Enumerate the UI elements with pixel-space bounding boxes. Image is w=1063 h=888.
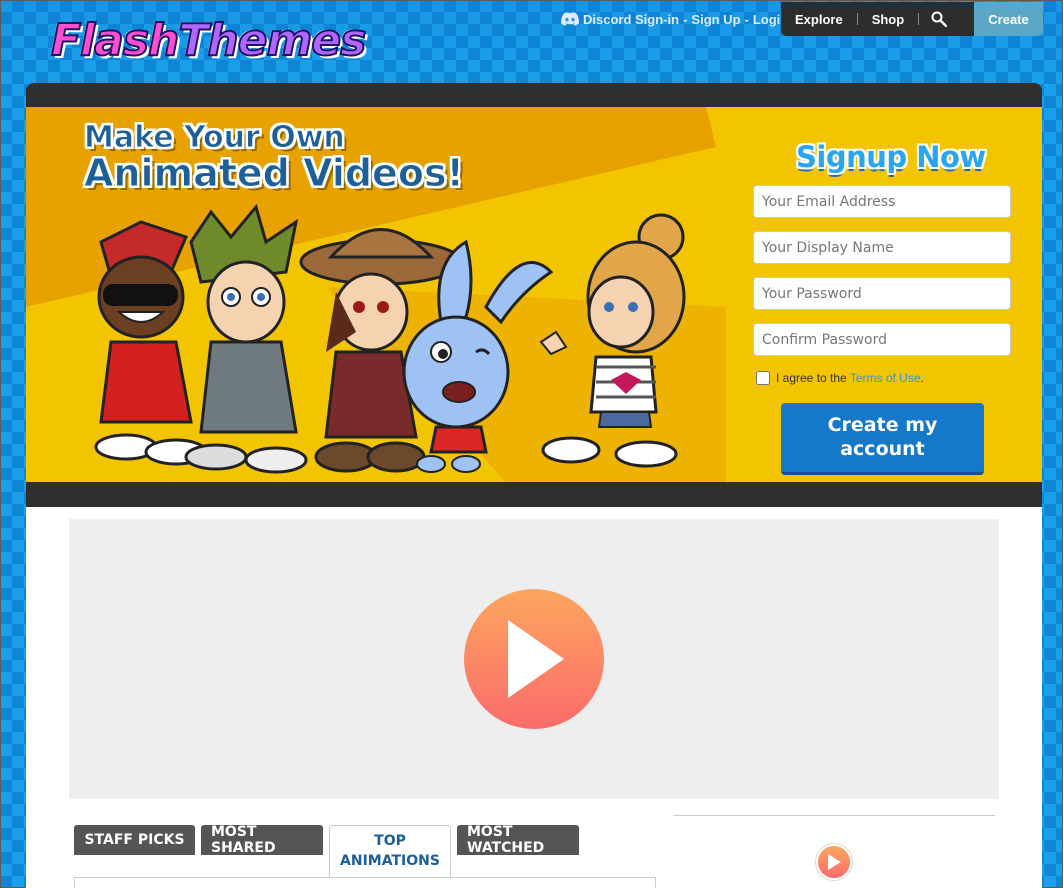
main-content: STAFF PICKS MOST SHARED TOP ANIMATIONS M… [26,507,1042,888]
character-green-hair [184,203,308,474]
animation-tabs: STAFF PICKS MOST SHARED TOP ANIMATIONS M… [74,824,579,877]
terms-suffix: . [920,371,924,385]
play-icon [508,620,564,698]
nav-explore[interactable]: Explore [781,12,857,27]
video-player[interactable] [69,519,999,799]
tab-label-line-2: ANIMATIONS [340,852,440,869]
character-blonde-girl [539,213,686,468]
headline-line-2: Animated Videos! [84,150,465,195]
discord-signin-link[interactable]: Discord Sign-in [583,12,679,27]
create-button-line-2: account [840,437,925,460]
play-button[interactable] [464,589,604,729]
headline-line-1: Make Your Own [84,120,346,155]
separator: - [744,11,749,27]
create-account-button[interactable]: Create my account [781,403,984,475]
create-button-line-1: Create my [827,413,938,436]
tab-most-shared[interactable]: MOST SHARED [201,824,323,856]
hero-headline: Make Your Own Animated Videos! [84,120,465,195]
top-navigation: Explore Shop Create [781,2,1043,36]
email-field[interactable] [753,185,1011,218]
separator: - [683,11,688,27]
small-play-button[interactable] [816,844,852,880]
signup-link[interactable]: Sign Up [691,12,740,27]
tab-most-watched[interactable]: MOST WATCHED [457,824,579,856]
nav-shop[interactable]: Shop [858,12,919,27]
auth-links: Discord Sign-in - Sign Up - Login [561,10,788,28]
tab-label-line-1: TOP [374,832,406,849]
signup-title: Signup Now [796,140,986,174]
hero-banner: Make Your Own Animated Videos! Signup No… [26,107,1042,482]
terms-agreement: I agree to the Terms of Use. [756,371,924,385]
terms-of-use-link[interactable]: Terms of Use [850,371,921,385]
confirm-password-field[interactable] [753,323,1011,356]
terms-checkbox[interactable] [756,371,770,385]
password-field[interactable] [753,277,1011,310]
tab-staff-picks[interactable]: STAFF PICKS [74,825,195,855]
search-button[interactable] [919,11,959,27]
tab-top-animations[interactable]: TOP ANIMATIONS [329,825,451,877]
logo-part-2: Themes [177,15,367,66]
nav-create-button[interactable]: Create [974,2,1043,36]
play-icon [828,854,841,870]
cartoon-characters-illustration [94,203,686,474]
search-icon [931,11,948,27]
tab-panel [74,877,656,888]
character-red-cap [94,220,208,466]
discord-icon [561,12,579,26]
display-name-field[interactable] [753,231,1011,264]
terms-prefix: I agree to the [776,371,847,385]
logo-part-1: Flash [50,15,180,66]
sidebar-divider [673,815,995,816]
flashthemes-logo[interactable]: FlashThemes [50,18,367,64]
